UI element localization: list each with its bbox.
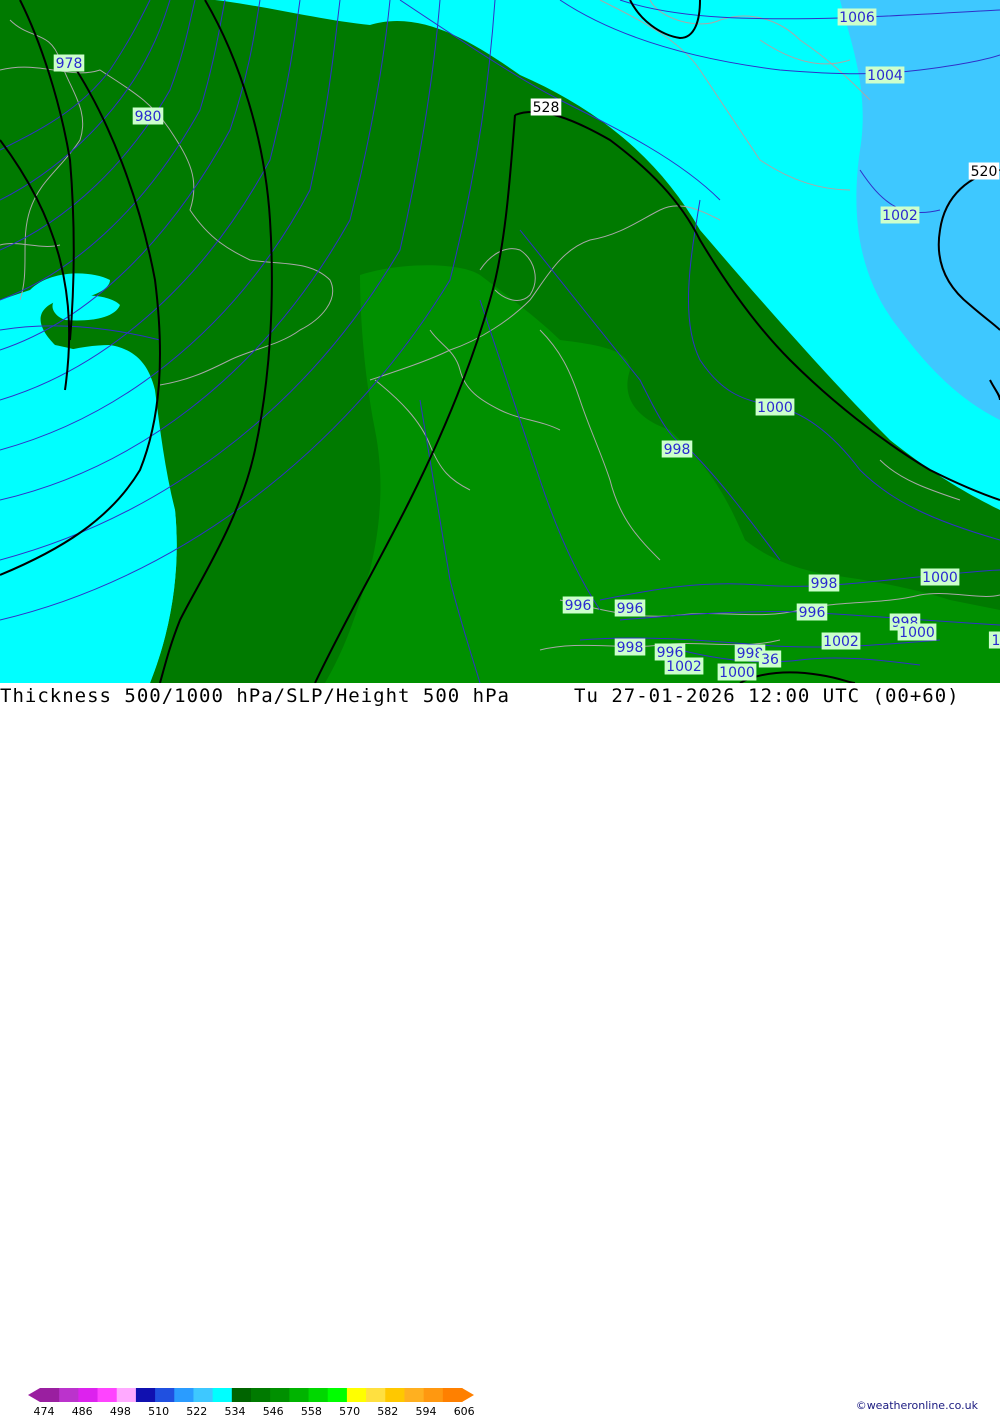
label-text: 998 (811, 576, 838, 592)
credit-text[interactable]: ©weatheronline.co.uk (856, 1399, 978, 1412)
legend-swatch (174, 1388, 194, 1402)
label-text: 1002 (666, 659, 702, 675)
legend-swatch (270, 1388, 290, 1402)
label-text: 1000 (899, 625, 935, 641)
legend-swatch (346, 1388, 367, 1402)
label-text: 1006 (839, 10, 875, 26)
legend-swatch (423, 1388, 444, 1402)
isobar-label: 1002 (664, 657, 704, 675)
legend-tick-label: 522 (186, 1405, 207, 1416)
isobar-label: 36 (758, 650, 782, 668)
legend-tick-label: 510 (148, 1405, 169, 1416)
isobar-label: 1000 (897, 623, 937, 641)
legend-tick-label: 594 (416, 1405, 437, 1416)
label-text: 528 (533, 100, 560, 116)
label-text: 1004 (867, 68, 903, 84)
legend-swatch (59, 1388, 79, 1402)
label-text: 1000 (719, 665, 755, 681)
legend-swatch (40, 1388, 60, 1402)
legend-swatch (251, 1388, 271, 1402)
isobar-label: 998 (614, 638, 646, 656)
legend-tick-label: 582 (377, 1405, 398, 1416)
map-title: Thickness 500/1000 hPa/SLP/Height 500 hP… (0, 685, 510, 707)
label-text: 1002 (882, 208, 918, 224)
legend-swatch (116, 1388, 137, 1402)
isobar-label: 1002 (880, 206, 920, 224)
isobar-label: 1004 (865, 66, 905, 84)
map-footer: Thickness 500/1000 hPa/SLP/Height 500 hP… (0, 683, 1000, 1416)
isobar-label: 978 (53, 54, 85, 72)
thickness-legend: 474 486 498 510 522 534 546 558 570 582 594 606 (28, 1388, 475, 1416)
map-valid-time: Tu 27-01-2026 12:00 UTC (00+60) (574, 685, 960, 707)
legend-swatch (155, 1388, 175, 1402)
legend-arrow-left (28, 1388, 40, 1402)
legend-swatch (135, 1388, 156, 1402)
legend-swatch (97, 1388, 118, 1402)
legend-tick-label: 606 (454, 1405, 475, 1416)
legend-arrow-right (462, 1388, 474, 1402)
legend-swatch (442, 1388, 463, 1402)
label-text: 980 (135, 109, 162, 125)
legend-tick-label: 534 (225, 1405, 246, 1416)
legend-swatch (78, 1388, 99, 1402)
isobar-label: 998 (661, 440, 693, 458)
isobar-label: 1002 (821, 632, 861, 650)
isobar-label: 1 (988, 631, 1000, 649)
legend-tick-label: 558 (301, 1405, 322, 1416)
label-text: 978 (56, 56, 83, 72)
label-text: 996 (799, 605, 826, 621)
label-text: 996 (617, 601, 644, 617)
label-text: 1000 (757, 400, 793, 416)
label-text: 998 (664, 442, 691, 458)
label-text: 1000 (922, 570, 958, 586)
isobar-label: 996 (796, 603, 828, 621)
isobar-label: 1006 (837, 8, 877, 26)
legend-swatch (193, 1388, 214, 1402)
label-text: 1002 (823, 634, 859, 650)
label-text: 1 (992, 633, 1000, 649)
label-text: 998 (617, 640, 644, 656)
isobar-label: 996 (562, 596, 594, 614)
isobar-label: 996 (614, 599, 646, 617)
band-cyan-sw (0, 345, 177, 683)
legend-swatch (327, 1388, 348, 1402)
legend-swatch (385, 1388, 405, 1402)
height-label: 520 (968, 162, 1000, 180)
label-text: 520 (971, 164, 998, 180)
height-label: 528 (530, 98, 562, 116)
legend-swatch (404, 1388, 425, 1402)
weather-map: 978 980 1006 1004 1002 1000 998 998 1000 996 996 99… (0, 0, 1000, 683)
isobar-label: 1000 (920, 568, 960, 586)
legend-tick-label: 570 (339, 1405, 360, 1416)
isobar-label: 998 (808, 574, 840, 592)
legend-tick-label: 546 (263, 1405, 284, 1416)
legend-swatch (289, 1388, 310, 1402)
label-text: 996 (565, 598, 592, 614)
legend-tick-label: 498 (110, 1405, 131, 1416)
legend-tick-label: 474 (34, 1405, 55, 1416)
isobar-label: 1000 (717, 663, 757, 681)
isobar-label: 1000 (755, 398, 795, 416)
isobar-label: 980 (132, 107, 164, 125)
legend-swatch (366, 1388, 386, 1402)
label-text: 36 (761, 652, 779, 668)
legend-swatch (212, 1388, 233, 1402)
legend-tick-label: 486 (72, 1405, 93, 1416)
legend-swatch (308, 1388, 329, 1402)
legend-swatch (231, 1388, 252, 1402)
